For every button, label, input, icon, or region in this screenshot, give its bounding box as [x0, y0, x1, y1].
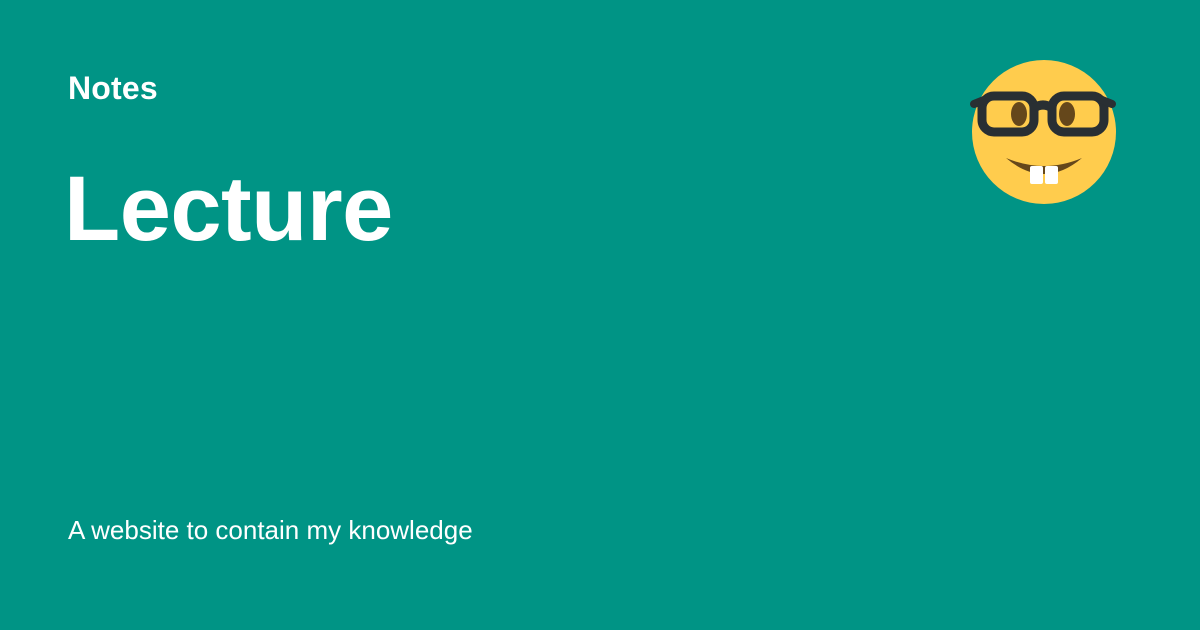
nerd-face-icon [968, 58, 1118, 208]
page-title: Lecture [64, 158, 393, 260]
social-card: Notes Lecture A website to contain my kn… [0, 0, 1200, 630]
site-name: Notes [68, 70, 158, 106]
site-description: A website to contain my knowledge [68, 515, 473, 545]
